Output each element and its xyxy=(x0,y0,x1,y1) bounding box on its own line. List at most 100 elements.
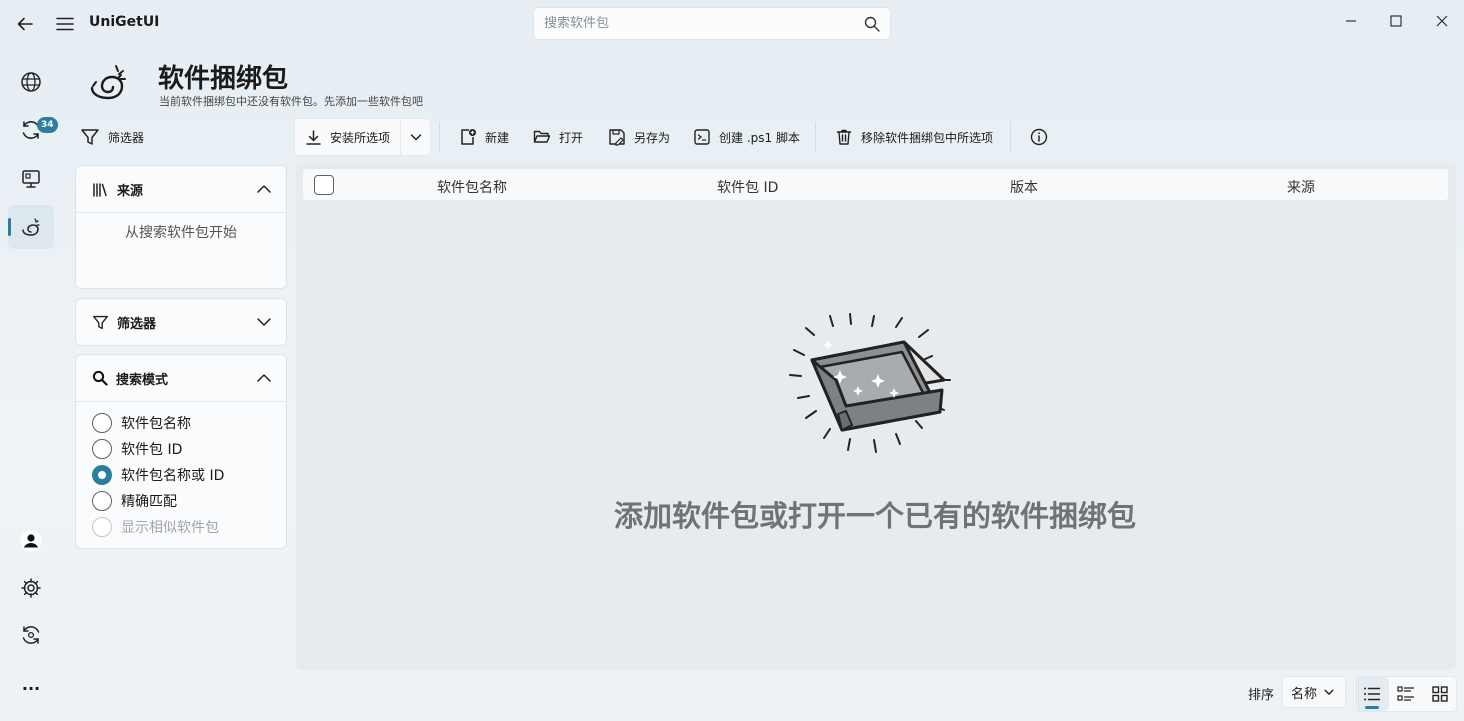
search-mode-option-similar: 显示相似软件包 xyxy=(92,516,219,538)
user-icon xyxy=(20,530,42,552)
search-mode-option-id[interactable]: 软件包 ID xyxy=(92,438,182,460)
install-selected-button[interactable]: 安装所选项 xyxy=(295,119,399,155)
library-icon xyxy=(93,182,107,197)
radio-button-selected[interactable] xyxy=(92,465,112,485)
nav-bundles[interactable] xyxy=(8,205,54,249)
nav-discover[interactable] xyxy=(8,60,54,104)
title-bar: UniGetUI xyxy=(0,0,1464,46)
search-mode-panel-title: 搜索模式 xyxy=(116,372,169,388)
column-header-source[interactable]: 来源 xyxy=(1287,177,1315,197)
nav-installed[interactable] xyxy=(8,157,54,201)
minimize-icon xyxy=(1346,20,1356,22)
nav-more[interactable]: ... xyxy=(8,662,54,706)
search-mode-panel: 搜索模式 软件包名称 软件包 ID 软件包名称或 ID 精确匹配 显示相似软件包 xyxy=(75,354,287,549)
search-mode-option-label: 软件包 ID xyxy=(121,442,183,458)
column-header-version[interactable]: 版本 xyxy=(1010,177,1038,197)
chevron-down-icon xyxy=(257,318,271,326)
sources-panel-title: 来源 xyxy=(117,183,144,199)
search-icon xyxy=(92,370,108,386)
search-mode-option-exact[interactable]: 精确匹配 xyxy=(92,490,177,512)
search-mode-option-label: 软件包名称 xyxy=(121,416,191,432)
column-header-name[interactable]: 软件包名称 xyxy=(437,177,507,197)
chevron-up-icon xyxy=(257,185,271,193)
search-icon[interactable] xyxy=(864,16,880,32)
active-nav-indicator xyxy=(8,218,11,236)
install-selected-label: 安装所选项 xyxy=(330,130,391,145)
install-options-dropdown[interactable] xyxy=(400,119,431,155)
terminal-icon xyxy=(694,129,710,145)
search-mode-option-label: 精确匹配 xyxy=(121,494,177,510)
open-bundle-button[interactable]: 打开 xyxy=(533,118,583,156)
installed-packages-icon xyxy=(22,170,40,188)
search-mode-panel-header[interactable]: 搜索模式 xyxy=(76,355,286,401)
search-mode-option-label: 软件包名称或 ID xyxy=(121,468,225,484)
search-mode-option-name-or-id[interactable]: 软件包名称或 ID xyxy=(92,464,224,486)
page-subtitle: 当前软件捆绑包中还没有软件包。先添加一些软件包吧 xyxy=(159,95,423,108)
new-bundle-button[interactable]: 新建 xyxy=(459,118,509,156)
folder-open-icon xyxy=(533,130,551,143)
nav-settings[interactable] xyxy=(8,566,54,610)
radio-button[interactable] xyxy=(92,439,112,459)
view-list-button[interactable] xyxy=(1355,677,1389,711)
create-ps1-label: 创建 .ps1 脚本 xyxy=(719,130,800,145)
toolbar-divider xyxy=(439,122,440,152)
radio-button-disabled xyxy=(92,517,112,537)
minimize-button[interactable] xyxy=(1329,6,1373,36)
new-document-icon xyxy=(461,129,476,145)
view-grid-button[interactable] xyxy=(1423,677,1457,711)
managers-sync-gear-icon xyxy=(22,626,40,644)
filters-panel-title: 筛选器 xyxy=(117,316,157,332)
view-details-button[interactable] xyxy=(1389,677,1423,711)
grid-view-icon xyxy=(1432,686,1448,702)
create-ps1-button[interactable]: 创建 .ps1 脚本 xyxy=(693,118,800,156)
globe-icon xyxy=(21,72,41,92)
filter-icon xyxy=(81,129,99,145)
hamburger-icon xyxy=(56,17,74,31)
column-header-id[interactable]: 软件包 ID xyxy=(717,177,778,197)
info-icon xyxy=(1030,128,1048,146)
empty-state-message: 添加软件包或打开一个已有的软件捆绑包 xyxy=(613,499,1136,533)
new-bundle-label: 新建 xyxy=(485,130,510,145)
table-header: 软件包名称 软件包 ID 版本 来源 xyxy=(302,168,1449,201)
save-as-icon xyxy=(609,129,625,146)
info-button[interactable] xyxy=(1030,118,1048,156)
toolbar-divider xyxy=(1010,122,1011,152)
arrow-left-icon xyxy=(17,17,33,31)
search-mode-option-label: 显示相似软件包 xyxy=(121,520,219,536)
toggle-filters-button[interactable]: 筛选器 xyxy=(80,126,144,148)
sort-by-dropdown[interactable]: 名称 xyxy=(1282,676,1346,708)
back-button[interactable] xyxy=(9,8,41,40)
sort-by-value: 名称 xyxy=(1291,686,1318,702)
sort-label: 排序 xyxy=(1248,688,1275,703)
radio-button[interactable] xyxy=(92,413,112,433)
package-bundle-icon xyxy=(22,218,40,236)
save-as-label: 另存为 xyxy=(634,130,671,145)
chevron-down-icon xyxy=(1324,689,1334,695)
close-button[interactable] xyxy=(1420,6,1464,36)
updates-count-badge: 34 xyxy=(37,117,58,133)
list-view-icon xyxy=(1364,687,1381,701)
nav-managers[interactable] xyxy=(8,613,54,657)
chevron-down-icon xyxy=(410,134,422,141)
search-input[interactable] xyxy=(544,8,844,39)
remove-selected-button[interactable]: 移除软件捆绑包中所选项 xyxy=(835,118,993,156)
maximize-icon xyxy=(1390,15,1402,27)
download-icon xyxy=(306,129,321,145)
panel-divider xyxy=(76,212,286,213)
app-title: UniGetUI xyxy=(89,14,160,30)
filter-icon xyxy=(93,315,108,329)
select-all-checkbox[interactable] xyxy=(314,175,334,195)
nav-account[interactable] xyxy=(8,519,54,563)
hamburger-menu-button[interactable] xyxy=(49,8,81,40)
radio-button[interactable] xyxy=(92,491,112,511)
save-as-button[interactable]: 另存为 xyxy=(608,118,670,156)
panel-divider xyxy=(76,401,286,402)
toolbar-divider xyxy=(815,122,816,152)
view-mode-toggle xyxy=(1353,676,1457,712)
sources-panel-header[interactable]: 来源 xyxy=(76,166,286,212)
bundle-header-icon xyxy=(88,62,130,104)
search-mode-option-name[interactable]: 软件包名称 xyxy=(92,412,191,434)
maximize-button[interactable] xyxy=(1374,6,1418,36)
filters-panel-header[interactable]: 筛选器 xyxy=(76,299,286,345)
toggle-filters-label: 筛选器 xyxy=(108,130,145,145)
